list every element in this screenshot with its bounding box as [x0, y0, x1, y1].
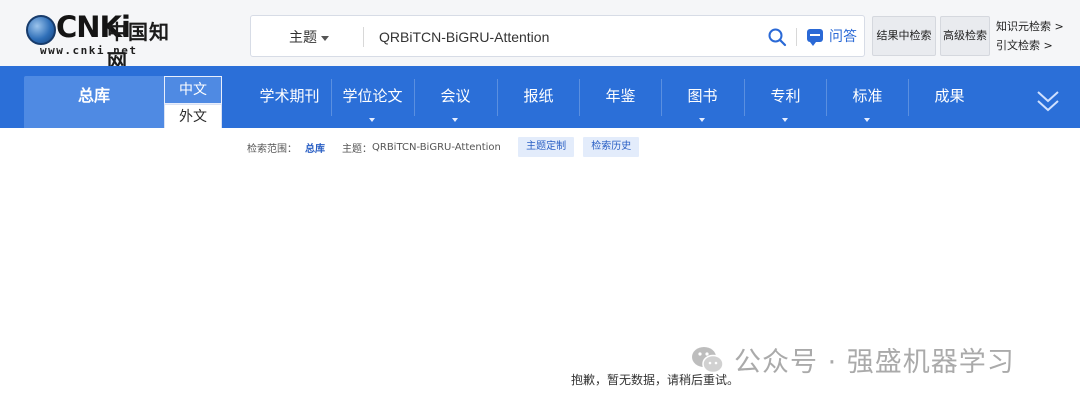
citation-search-link[interactable]: 引文检索 >	[996, 36, 1064, 55]
qa-label: 问答	[829, 29, 857, 45]
divider	[363, 27, 364, 47]
nav-item-books[interactable]: 图书	[661, 76, 744, 128]
nav-item-conferences[interactable]: 会议	[414, 76, 497, 128]
nav-item-achievements[interactable]: 成果	[908, 76, 991, 128]
qa-button[interactable]: 问答	[807, 26, 857, 48]
search-field-label: 主题	[289, 30, 317, 46]
side-links: 知识元检索 > 引文检索 >	[996, 17, 1064, 55]
scope-query: QRBiTCN-BiGRU-Attention	[372, 141, 501, 153]
nav-item-journals[interactable]: 学术期刊	[248, 76, 331, 128]
nav-item-label: 学术期刊	[259, 87, 320, 105]
cnki-logo[interactable]: CNKi 中国知网 www.cnki.net	[26, 10, 186, 73]
scope-prefix: 检索范围：	[247, 143, 297, 155]
caret-down-icon	[699, 118, 705, 122]
nav-item-yearbooks[interactable]: 年鉴	[579, 76, 662, 128]
nav-item-label: 报纸	[523, 87, 554, 105]
empty-state-message: 抱歉，暂无数据，请稍后重试。	[571, 373, 740, 387]
chat-bubble-icon	[807, 29, 823, 46]
nav-item-label: 年鉴	[605, 87, 636, 105]
nav-item-label: 图书	[687, 87, 718, 105]
lang-chinese-tab[interactable]: 中文	[164, 76, 222, 104]
advanced-search-button[interactable]: 高级检索	[940, 16, 990, 56]
double-chevron-down-icon[interactable]	[1034, 86, 1062, 116]
nav-item-label: 成果	[934, 87, 965, 105]
database-nav: 总库 中文 外文 学术期刊 学位论文 会议 报纸 年鉴 图书 专利 标准 成果	[0, 66, 1080, 128]
search-in-results-button[interactable]: 结果中检索	[872, 16, 936, 56]
scope-query-prefix: 主题：	[342, 143, 372, 155]
knowledge-search-link[interactable]: 知识元检索 >	[996, 17, 1064, 36]
caret-down-icon	[321, 35, 329, 41]
watermark-text: 公众号 · 强盛机器学习	[734, 347, 1015, 378]
caret-down-icon	[369, 118, 375, 122]
search-field-select[interactable]: 主题	[289, 27, 329, 47]
scope-all-link[interactable]: 总库	[305, 140, 325, 155]
nav-item-theses[interactable]: 学位论文	[331, 76, 414, 128]
search-icon[interactable]	[767, 27, 787, 47]
nav-item-label: 专利	[770, 87, 801, 105]
search-scope-bar: 检索范围： 总库 主题：QRBiTCN-BiGRU-Attention 主题定制 检…	[247, 137, 645, 157]
nav-item-newspapers[interactable]: 报纸	[497, 76, 580, 128]
caret-down-icon	[782, 118, 788, 122]
caret-down-icon	[864, 118, 870, 122]
search-input[interactable]	[379, 26, 759, 48]
search-history-button[interactable]: 检索历史	[583, 137, 640, 157]
caret-down-icon	[452, 118, 458, 122]
nav-all-databases[interactable]: 总库	[24, 76, 164, 128]
nav-item-label: 会议	[440, 87, 471, 105]
globe-icon	[26, 15, 56, 45]
search-box: 主题 问答	[250, 15, 865, 57]
logo-url: www.cnki.net	[40, 44, 138, 57]
nav-item-standards[interactable]: 标准	[826, 76, 909, 128]
topic-customize-button[interactable]: 主题定制	[518, 137, 575, 157]
nav-item-label: 学位论文	[342, 87, 403, 105]
lang-foreign-tab[interactable]: 外文	[164, 104, 222, 128]
nav-item-label: 标准	[852, 87, 883, 105]
divider	[796, 28, 797, 46]
nav-item-patents[interactable]: 专利	[744, 76, 827, 128]
header: CNKi 中国知网 www.cnki.net 主题 问答 结果中检索 高级检索 …	[0, 0, 1080, 73]
